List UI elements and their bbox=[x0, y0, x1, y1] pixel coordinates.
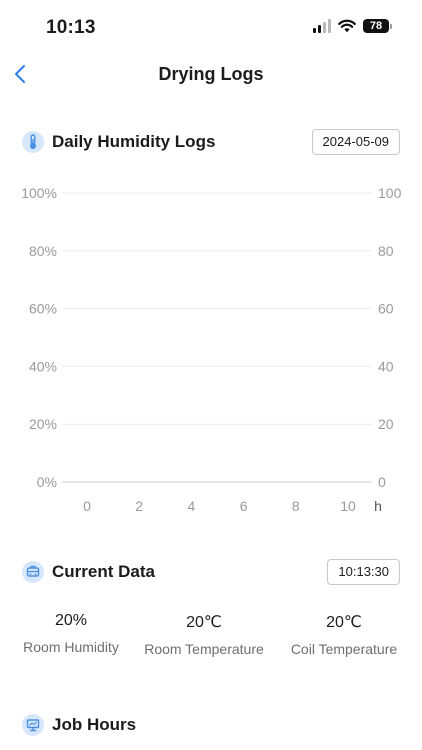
metric-label: Coil Temperature bbox=[290, 641, 398, 657]
battery-level: 78 bbox=[363, 19, 389, 33]
y-right-tick-label: 100 bbox=[378, 185, 402, 201]
metric-label: Room Temperature bbox=[144, 641, 264, 657]
current-metrics: 20% Room Humidity 20℃ Room Temperature 2… bbox=[0, 612, 422, 662]
y-left-tick-label: 60% bbox=[29, 301, 57, 317]
thermometer-icon bbox=[22, 131, 44, 153]
current-time-badge: 10:13:30 bbox=[327, 559, 400, 585]
status-bar: 10:13 78 bbox=[0, 0, 422, 52]
humidity-chart: 0% 0 20% 20 40% 40 60% 60 80% 80 100% 100 0 2 4 6 8 10 h bbox=[21, 185, 402, 514]
x-tick-label: 8 bbox=[292, 498, 300, 514]
y-right-tick-label: 20 bbox=[378, 416, 394, 432]
metric-coil-temperature: 20℃ Coil Temperature bbox=[280, 612, 408, 657]
y-left-tick-label: 40% bbox=[29, 358, 57, 374]
y-left-tick-label: 80% bbox=[29, 243, 57, 259]
wifi-icon bbox=[338, 19, 356, 33]
y-right-tick-label: 80 bbox=[378, 243, 394, 259]
cellular-signal-icon bbox=[313, 19, 331, 33]
page-title: Drying Logs bbox=[158, 64, 264, 84]
humidity-section-header: Daily Humidity Logs 2024-05-09 bbox=[22, 127, 400, 157]
metric-label: Room Humidity bbox=[23, 639, 119, 655]
x-tick-label: 4 bbox=[188, 498, 196, 514]
y-left-tick-label: 20% bbox=[29, 416, 57, 432]
status-indicators: 78 bbox=[313, 19, 392, 33]
status-time: 10:13 bbox=[46, 17, 96, 38]
battery-icon: 78 bbox=[363, 19, 392, 33]
job-hours-section-title: Job Hours bbox=[52, 715, 137, 734]
metric-value: 20℃ bbox=[186, 614, 222, 631]
metric-room-humidity: 20% Room Humidity bbox=[11, 612, 131, 655]
metric-room-temperature: 20℃ Room Temperature bbox=[134, 612, 274, 657]
device-icon bbox=[22, 561, 44, 583]
y-left-tick-label: 0% bbox=[37, 474, 57, 490]
y-right-tick-label: 0 bbox=[378, 474, 386, 490]
y-right-tick-label: 40 bbox=[378, 358, 394, 374]
x-tick-label: 2 bbox=[135, 498, 143, 514]
metric-value: 20℃ bbox=[326, 614, 362, 631]
y-left-tick-label: 100% bbox=[21, 185, 57, 201]
current-data-section-header: Current Data 10:13:30 bbox=[22, 557, 400, 587]
x-tick-label: 0 bbox=[83, 498, 91, 514]
x-axis-unit-label: h bbox=[374, 498, 382, 514]
date-selector[interactable]: 2024-05-09 bbox=[311, 129, 400, 155]
y-right-tick-label: 60 bbox=[378, 301, 394, 317]
x-tick-label: 10 bbox=[340, 498, 356, 514]
current-data-section-title: Current Data bbox=[52, 562, 155, 581]
navigation-bar: Drying Logs bbox=[0, 52, 422, 96]
humidity-section-title: Daily Humidity Logs bbox=[52, 132, 216, 151]
presentation-icon bbox=[22, 714, 44, 736]
metric-value: 20% bbox=[54, 612, 88, 629]
job-hours-section-header: Job Hours bbox=[22, 710, 400, 740]
x-tick-label: 6 bbox=[240, 498, 248, 514]
